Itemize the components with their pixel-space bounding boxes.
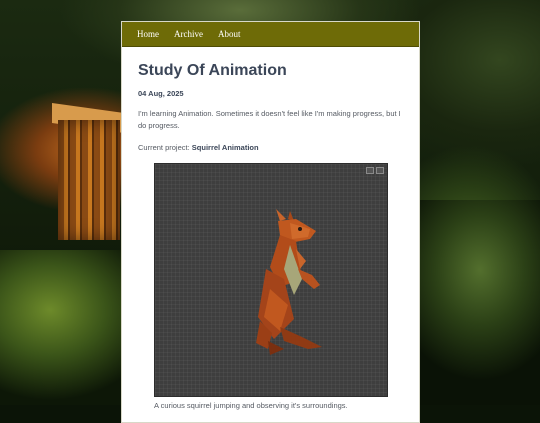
fullscreen-icon[interactable] (366, 167, 374, 174)
top-navigation: Home Archive About (122, 22, 419, 47)
current-project-name: Squirrel Animation (191, 143, 259, 152)
post-intro: I'm learning Animation. Sometimes it doe… (138, 109, 401, 130)
background-foliage-left (0, 250, 125, 405)
nav-about-link[interactable]: About (218, 29, 241, 39)
current-project-prefix: Current project: (138, 143, 192, 152)
blog-post-card: Home Archive About Study Of Animation 04… (121, 21, 420, 423)
current-project-line: Current project: Squirrel Animation (138, 142, 403, 154)
video-controls (366, 167, 384, 174)
video-caption: A curious squirrel jumping and observing… (154, 401, 348, 410)
background-house (58, 120, 120, 240)
post-date: 04 Aug, 2025 (138, 89, 184, 98)
nav-home-link[interactable]: Home (137, 29, 159, 39)
animation-video[interactable] (154, 163, 388, 397)
squirrel-model-image (256, 209, 322, 355)
post-title: Study Of Animation (138, 62, 287, 79)
background-foliage-right (420, 200, 540, 405)
nav-archive-link[interactable]: Archive (174, 29, 203, 39)
close-icon[interactable] (376, 167, 384, 174)
post-content: Study Of Animation 04 Aug, 2025 I'm lear… (122, 47, 419, 154)
